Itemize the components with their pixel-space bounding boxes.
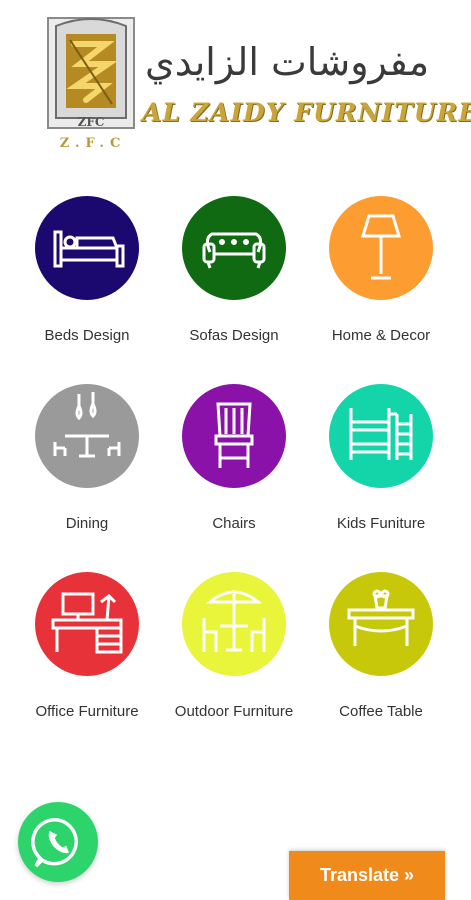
logo-emblem-icon[interactable]: ZFC xyxy=(46,14,136,132)
category-label: Coffee Table xyxy=(339,703,423,720)
brand-name-english: AL ZAIDY FURNITURE xyxy=(142,98,471,127)
category-circle[interactable] xyxy=(182,572,286,676)
bunk-bed-icon xyxy=(349,408,413,460)
whatsapp-button[interactable] xyxy=(18,802,98,882)
category-kids-furniture[interactable]: Kids Funiture xyxy=(306,384,456,532)
whatsapp-icon xyxy=(31,818,78,868)
category-chairs[interactable]: Chairs xyxy=(159,384,309,532)
category-circle[interactable] xyxy=(35,196,139,300)
lamp-icon xyxy=(360,214,402,280)
category-outdoor-furniture[interactable]: Outdoor Furniture xyxy=(159,572,309,720)
svg-text:ZFC: ZFC xyxy=(78,115,105,129)
bed-icon xyxy=(53,230,125,268)
category-dining[interactable]: Dining xyxy=(12,384,162,532)
coffee-table-icon xyxy=(347,589,415,646)
logo-initials: Z.F.C xyxy=(59,136,127,151)
brand-name-arabic: مفروشات الزايدي xyxy=(145,40,430,84)
category-circle[interactable] xyxy=(182,384,286,488)
category-label: Home & Decor xyxy=(331,327,431,344)
sofa-icon xyxy=(202,232,266,269)
category-circle[interactable] xyxy=(329,572,433,676)
category-label: Beds Design xyxy=(44,327,130,344)
translate-button[interactable]: Translate » xyxy=(289,851,445,900)
category-label: Dining xyxy=(65,515,109,532)
desk-icon xyxy=(51,592,123,654)
category-home-decor[interactable]: Home & Decor xyxy=(306,196,456,344)
category-office-furniture[interactable]: Office Furniture xyxy=(12,572,162,720)
chair-icon xyxy=(214,402,254,468)
category-label: Outdoor Furniture xyxy=(174,703,294,720)
category-label: Chairs xyxy=(212,515,256,532)
category-circle[interactable] xyxy=(329,196,433,300)
category-coffee-table[interactable]: Coffee Table xyxy=(306,572,456,720)
patio-icon xyxy=(202,590,266,652)
category-sofas-design[interactable]: Sofas Design xyxy=(159,196,309,344)
category-label: Sofas Design xyxy=(189,327,279,344)
dining-icon xyxy=(53,392,121,458)
category-circle[interactable] xyxy=(35,572,139,676)
category-label: Kids Funiture xyxy=(336,515,426,532)
site-header: ZFC Z.F.C مفروشات الزايدي AL ZAIDY FURNI… xyxy=(0,0,471,170)
category-circle[interactable] xyxy=(182,196,286,300)
category-circle[interactable] xyxy=(35,384,139,488)
category-circle[interactable] xyxy=(329,384,433,488)
category-beds-design[interactable]: Beds Design xyxy=(12,196,162,344)
category-label: Office Furniture xyxy=(35,703,139,720)
